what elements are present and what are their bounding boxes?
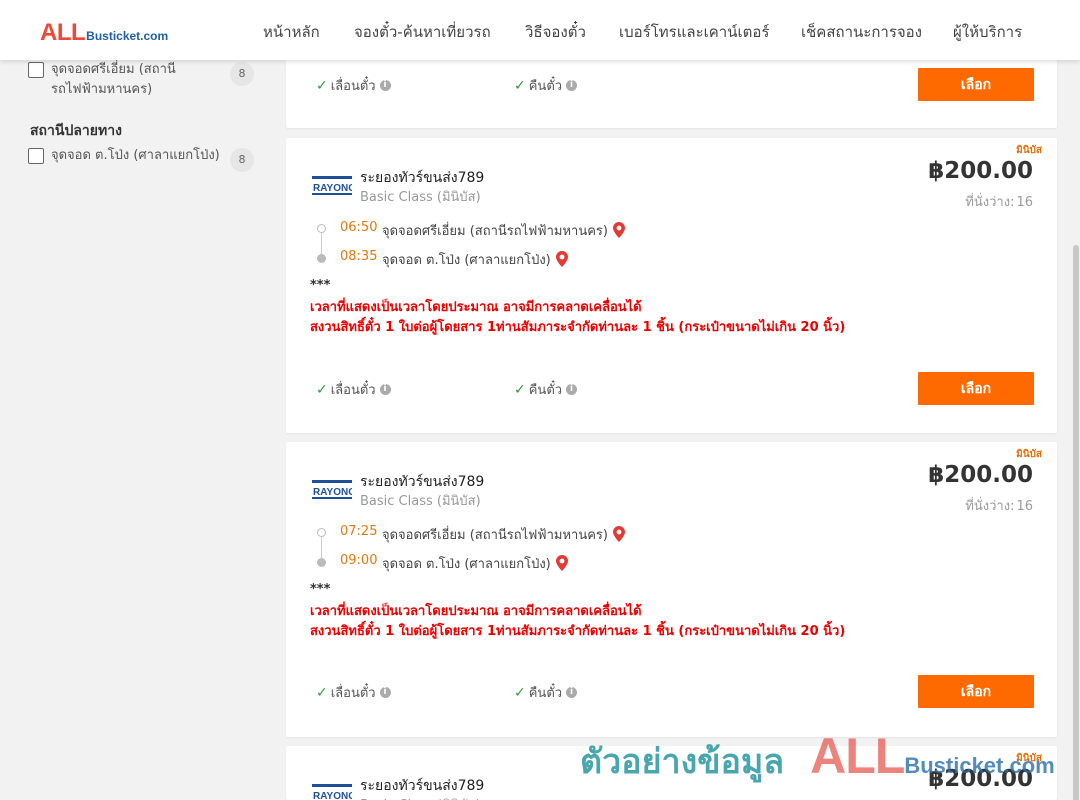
departure-stop: จุดจอดศรีเอี่ยม (สถานีรถไฟฟ้ามหานคร)	[382, 524, 625, 545]
trip-card: มินิบัส RAYONG ระยองทัวร์ขนส่ง789 Basic …	[286, 746, 1057, 800]
info-icon[interactable]: i	[566, 687, 578, 698]
check-icon: ✓	[514, 684, 526, 701]
trip-card: มินิบัส RAYONG ระยองทัวร์ขนส่ง789 Basic …	[286, 442, 1057, 737]
arrival-dot	[317, 558, 326, 567]
select-trip-button[interactable]: เลือก	[918, 675, 1034, 708]
seats-count: 16	[1016, 195, 1033, 210]
reschedule-feature: ✓ เลื่อนตั๋ว i	[316, 682, 391, 703]
departure-time: 06:50	[340, 220, 378, 235]
origin-filter-option[interactable]: จุดจอดศรีเอี่ยม (สถานีรถไฟฟ้ามหานคร) 8	[28, 60, 258, 100]
check-icon: ✓	[316, 381, 328, 398]
select-trip-button[interactable]: เลือก	[918, 68, 1034, 101]
check-icon: ✓	[316, 77, 328, 94]
select-trip-button[interactable]: เลือก	[918, 372, 1034, 405]
destination-filter-label: จุดจอด ต.โป่ง (ศาลาแยกโป่ง)	[51, 148, 220, 163]
bus-class: Basic Class (มินิบัส)	[360, 794, 481, 800]
reschedule-label: เลื่อนตั๋ว	[330, 383, 376, 398]
refund-feature: ✓ คืนตั๋ว i	[514, 379, 578, 400]
trip-price: ฿200.00	[928, 158, 1033, 184]
departure-stop: จุดจอดศรีเอี่ยม (สถานีรถไฟฟ้ามหานคร)	[382, 220, 625, 241]
reschedule-feature: ✓ เลื่อนตั๋ว i	[316, 75, 391, 96]
departure-dot	[317, 224, 326, 233]
destination-filter-checkbox[interactable]	[28, 148, 44, 164]
departure-stop-name: จุดจอดศรีเอี่ยม (สถานีรถไฟฟ้ามหานคร)	[382, 528, 608, 543]
arrival-stop: จุดจอด ต.โป่ง (ศาลาแยกโป่ง)	[382, 553, 568, 574]
bus-class: Basic Class (มินิบัส)	[360, 494, 481, 509]
time-notice: เวลาที่แสดงเป็นเวลาโดยประมาณ อาจมีการคลา…	[310, 604, 642, 619]
info-icon[interactable]: i	[566, 384, 578, 395]
refund-label: คืนตั๋ว	[528, 383, 563, 398]
main-nav: หน้าหลัก จองตั๋ว-ค้นหาเที่ยวรถ วิธีจองตั…	[0, 0, 1080, 60]
refund-label: คืนตั๋ว	[528, 79, 563, 94]
nav-book-search[interactable]: จองตั๋ว-ค้นหาเที่ยวรถ	[354, 20, 491, 44]
destination-section-title: สถานีปลายทาง	[30, 123, 122, 139]
bus-type-tag: มินิบัส	[1016, 145, 1042, 156]
departure-stop-name: จุดจอดศรีเอี่ยม (สถานีรถไฟฟ้ามหานคร)	[382, 224, 608, 239]
luggage-notice: สงวนสิทธิ์ตั๋ว 1 ใบต่อผู้โดยสาร 1ท่านสัม…	[310, 624, 846, 639]
destination-filter-count: 8	[230, 148, 254, 172]
operator-logo-icon: RAYONG	[312, 480, 352, 499]
bus-type-tag: มินิบัส	[1016, 753, 1042, 764]
departure-dot	[317, 528, 326, 537]
trip-price: ฿200.00	[928, 462, 1033, 488]
map-pin-icon[interactable]	[612, 526, 625, 542]
nav-home[interactable]: หน้าหลัก	[263, 20, 320, 44]
map-pin-icon[interactable]	[555, 251, 568, 267]
reschedule-label: เลื่อนตั๋ว	[330, 79, 376, 94]
map-pin-icon[interactable]	[612, 222, 625, 238]
check-icon: ✓	[514, 381, 526, 398]
arrival-time: 09:00	[340, 553, 378, 568]
nav-booking-status[interactable]: เช็คสถานะการจอง	[801, 20, 922, 44]
operator-logo-icon: RAYONG	[312, 176, 352, 195]
svg-text:RAYONG: RAYONG	[313, 791, 352, 800]
bus-class: Basic Class (มินิบัส)	[360, 190, 481, 205]
bus-type-tag: มินิบัส	[1016, 449, 1042, 460]
refund-feature: ✓ คืนตั๋ว i	[514, 75, 578, 96]
info-icon[interactable]: i	[379, 80, 391, 91]
origin-filter-count: 8	[230, 62, 254, 86]
filter-sidebar: จุดจอดศรีเอี่ยม (สถานีรถไฟฟ้ามหานคร) 8 ส…	[0, 60, 270, 800]
seats-label: ที่นั่งว่าง:	[965, 499, 1015, 514]
info-icon[interactable]: i	[379, 687, 391, 698]
available-seats: ที่นั่งว่าง: 16	[963, 191, 1033, 212]
info-icon[interactable]: i	[379, 384, 391, 395]
nav-operators[interactable]: ผู้ให้บริการ	[953, 20, 1022, 44]
arrival-time: 08:35	[340, 249, 378, 264]
site-header: ALL Busticket.com หน้าหลัก จองตั๋ว-ค้นหา…	[0, 0, 1080, 60]
check-icon: ✓	[514, 77, 526, 94]
map-pin-icon[interactable]	[555, 555, 568, 571]
reschedule-feature: ✓ เลื่อนตั๋ว i	[316, 379, 391, 400]
arrival-dot	[317, 254, 326, 263]
available-seats: ที่นั่งว่าง: 16	[963, 495, 1033, 516]
arrival-stop-name: จุดจอด ต.โป่ง (ศาลาแยกโป่ง)	[382, 557, 551, 572]
operator-logo-icon: RAYONG	[312, 784, 352, 800]
arrival-stop-name: จุดจอด ต.โป่ง (ศาลาแยกโป่ง)	[382, 253, 551, 268]
trip-remark-stars: ***	[310, 278, 331, 293]
trip-price: ฿200.00	[928, 766, 1033, 792]
svg-text:RAYONG: RAYONG	[313, 183, 352, 194]
destination-filter-option[interactable]: จุดจอด ต.โป่ง (ศาลาแยกโป่ง) 8	[28, 146, 258, 172]
departure-time: 07:25	[340, 524, 378, 539]
nav-phone-counters[interactable]: เบอร์โทรและเคาน์เตอร์	[619, 20, 769, 44]
origin-filter-label: จุดจอดศรีเอี่ยม (สถานีรถไฟฟ้ามหานคร)	[51, 62, 176, 97]
luggage-notice: สงวนสิทธิ์ตั๋ว 1 ใบต่อผู้โดยสาร 1ท่านสัม…	[310, 320, 846, 335]
check-icon: ✓	[316, 684, 328, 701]
page-scrollbar[interactable]	[1072, 60, 1080, 800]
seats-count: 16	[1016, 499, 1033, 514]
svg-text:RAYONG: RAYONG	[313, 487, 352, 498]
info-icon[interactable]: i	[566, 80, 578, 91]
seats-label: ที่นั่งว่าง:	[965, 195, 1015, 210]
arrival-stop: จุดจอด ต.โป่ง (ศาลาแยกโป่ง)	[382, 249, 568, 270]
refund-label: คืนตั๋ว	[528, 686, 563, 701]
refund-feature: ✓ คืนตั๋ว i	[514, 682, 578, 703]
time-notice: เวลาที่แสดงเป็นเวลาโดยประมาณ อาจมีการคลา…	[310, 300, 642, 315]
origin-filter-checkbox[interactable]	[28, 62, 44, 78]
reschedule-label: เลื่อนตั๋ว	[330, 686, 376, 701]
trip-card: มินิบัส RAYONG ระยองทัวร์ขนส่ง789 Basic …	[286, 138, 1057, 433]
trip-remark-stars: ***	[310, 582, 331, 597]
scrollbar-thumb[interactable]	[1073, 245, 1079, 800]
nav-how-to-book[interactable]: วิธีจองตั๋ว	[525, 20, 586, 44]
